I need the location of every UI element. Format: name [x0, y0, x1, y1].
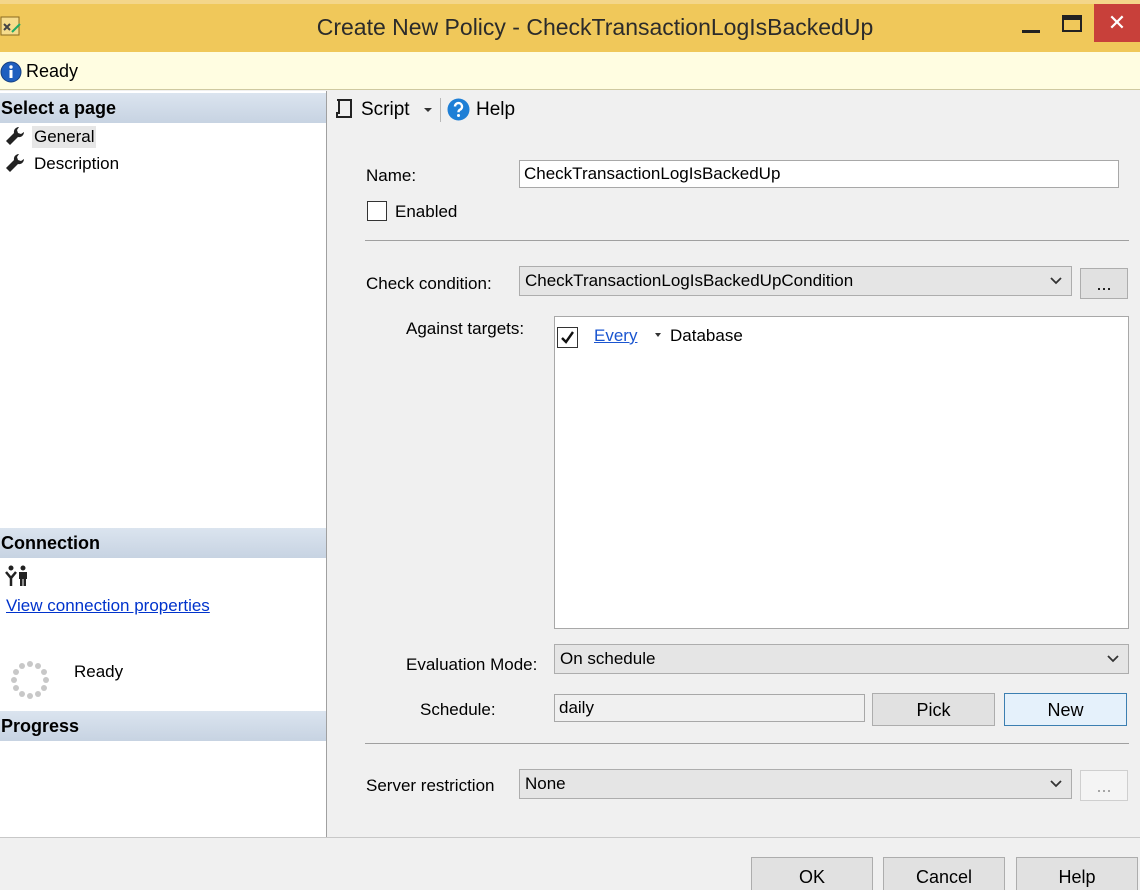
name-label: Name:: [366, 166, 417, 185]
check-condition-ellipsis-button[interactable]: ...: [1080, 268, 1128, 299]
check-condition-value: CheckTransactionLogIsBackedUpCondition: [525, 271, 854, 290]
wrench-icon: [6, 153, 25, 172]
server-restriction-label: Server restriction: [366, 776, 495, 795]
maximize-icon[interactable]: [1060, 12, 1084, 36]
name-input[interactable]: CheckTransactionLogIsBackedUp: [519, 160, 1119, 188]
divider: [365, 743, 1129, 744]
title-bar: Create New Policy - CheckTransactionLogI…: [0, 0, 1140, 52]
cancel-button[interactable]: Cancel: [883, 857, 1005, 890]
minimize-icon[interactable]: [1018, 10, 1044, 40]
server-restriction-select[interactable]: None: [519, 769, 1072, 799]
server-restriction-value: None: [525, 774, 566, 793]
info-icon: [0, 61, 22, 83]
target-every-link[interactable]: Every: [594, 326, 637, 346]
chevron-down-icon[interactable]: [653, 330, 663, 340]
chevron-down-icon: [1050, 277, 1062, 285]
target-database-label: Database: [670, 326, 743, 345]
page-item-general[interactable]: General: [0, 122, 326, 150]
script-button[interactable]: Script: [361, 99, 410, 121]
pick-button[interactable]: Pick: [872, 693, 995, 726]
enabled-checkbox[interactable]: [367, 201, 387, 221]
connection-header: Connection: [0, 528, 326, 558]
evaluation-mode-select[interactable]: On schedule: [554, 644, 1129, 674]
check-condition-select[interactable]: CheckTransactionLogIsBackedUpCondition: [519, 266, 1072, 296]
enabled-label: Enabled: [395, 202, 458, 221]
help-dialog-button[interactable]: Help: [1016, 857, 1138, 890]
help-icon[interactable]: [447, 98, 470, 121]
window-title: Create New Policy - CheckTransactionLogI…: [316, 14, 874, 40]
checkmark-icon: [561, 331, 574, 344]
connection-icon: [5, 565, 27, 586]
server-restriction-ellipsis-button[interactable]: ...: [1080, 770, 1128, 801]
wrench-icon: [6, 126, 25, 145]
schedule-label: Schedule:: [420, 700, 496, 719]
progress-status: Ready: [74, 662, 124, 681]
target-checkbox[interactable]: [557, 327, 578, 348]
divider: [365, 240, 1129, 241]
against-targets-label: Against targets:: [406, 319, 525, 338]
ok-button[interactable]: OK: [751, 857, 873, 890]
chevron-down-icon: [1050, 780, 1062, 788]
status-bar: Ready: [0, 52, 1140, 90]
page-item-label: Description: [34, 154, 120, 173]
close-icon[interactable]: ✕: [1094, 4, 1140, 42]
status-text: Ready: [26, 61, 79, 81]
page-item-label: General: [32, 126, 97, 148]
toolbar-divider: [440, 98, 441, 122]
evaluation-mode-value: On schedule: [560, 649, 656, 668]
schedule-input[interactable]: daily: [554, 694, 865, 722]
page-item-description[interactable]: Description: [0, 149, 326, 177]
progress-spinner-icon: [11, 661, 49, 699]
help-button[interactable]: Help: [476, 99, 515, 121]
new-button[interactable]: New: [1004, 693, 1127, 726]
check-condition-label: Check condition:: [366, 274, 492, 293]
chevron-down-icon: [1107, 655, 1119, 663]
script-icon: [336, 99, 352, 118]
view-connection-properties-link[interactable]: View connection properties: [6, 596, 210, 616]
chevron-down-icon[interactable]: [421, 100, 435, 118]
progress-header: Progress: [0, 711, 326, 741]
targets-list: [554, 316, 1129, 629]
evaluation-mode-label: Evaluation Mode:: [406, 655, 538, 674]
select-page-header: Select a page: [0, 93, 326, 123]
